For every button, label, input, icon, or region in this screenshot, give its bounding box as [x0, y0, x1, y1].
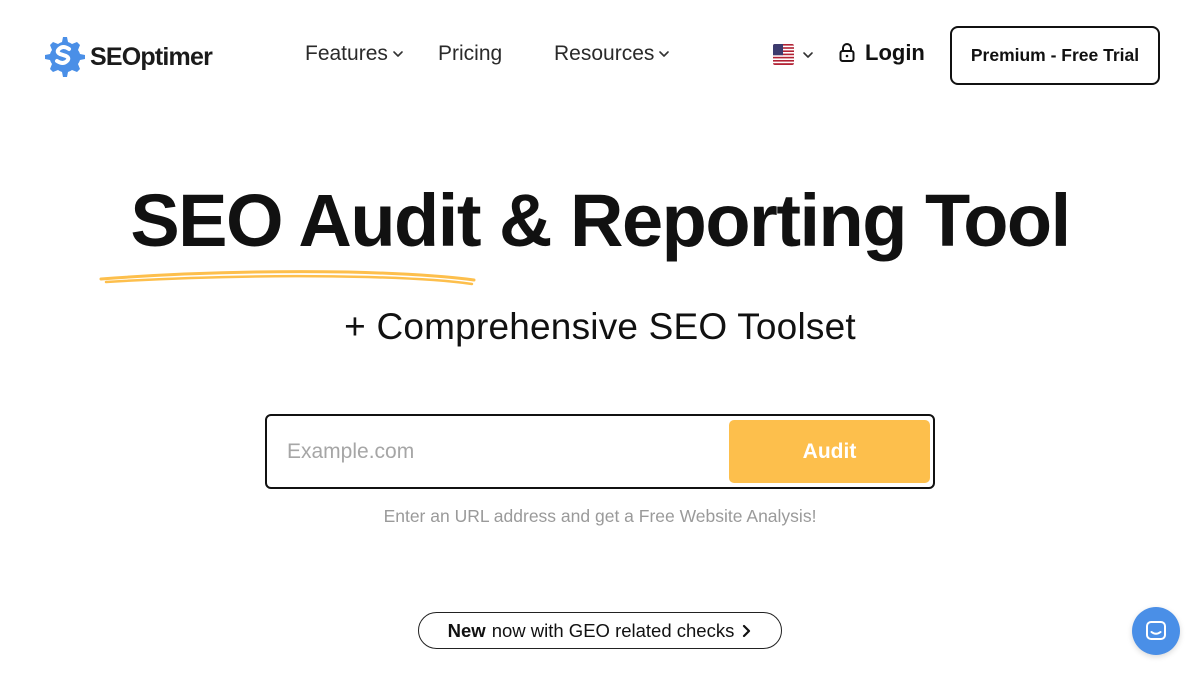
nav-features-label: Features [305, 42, 388, 65]
hero-title: SEO Audit & Reporting Tool [130, 179, 1071, 262]
chat-icon [1144, 619, 1168, 643]
chevron-right-icon [740, 624, 752, 638]
chevron-down-icon [658, 48, 670, 60]
announcement-text: now with GEO related checks [491, 619, 735, 641]
brand-name: SEOptimer [90, 43, 213, 71]
chat-widget-button[interactable] [1132, 607, 1180, 655]
nav-resources[interactable]: Resources [554, 42, 670, 66]
language-selector[interactable] [773, 44, 814, 65]
highlight-underline [98, 268, 478, 292]
nav-pricing-label: Pricing [438, 42, 503, 65]
login-label: Login [865, 40, 925, 65]
hero-subtitle: + Comprehensive SEO Toolset [344, 306, 856, 347]
login-link[interactable]: Login [838, 40, 925, 66]
audit-button[interactable]: Audit [729, 420, 930, 483]
url-input[interactable] [287, 428, 727, 476]
chevron-down-icon [392, 48, 404, 60]
chevron-down-icon [802, 49, 814, 61]
logo-link[interactable]: SEOptimer [40, 32, 213, 83]
us-flag-icon [773, 44, 794, 65]
search-hint: Enter an URL address and get a Free Webs… [383, 506, 817, 526]
gear-logo-icon [40, 32, 86, 83]
lock-icon [838, 42, 856, 64]
premium-free-trial-button[interactable]: Premium - Free Trial [950, 26, 1160, 85]
nav-features[interactable]: Features [305, 42, 404, 66]
nav-pricing[interactable]: Pricing [438, 42, 502, 66]
announcement-strong: New [447, 619, 486, 641]
announcement-pill[interactable]: New now with GEO related checks [418, 612, 782, 649]
nav-resources-label: Resources [554, 42, 655, 65]
audit-form: Audit [265, 414, 935, 489]
page: SEOptimer Features Pricing Resources Log… [0, 0, 1200, 675]
